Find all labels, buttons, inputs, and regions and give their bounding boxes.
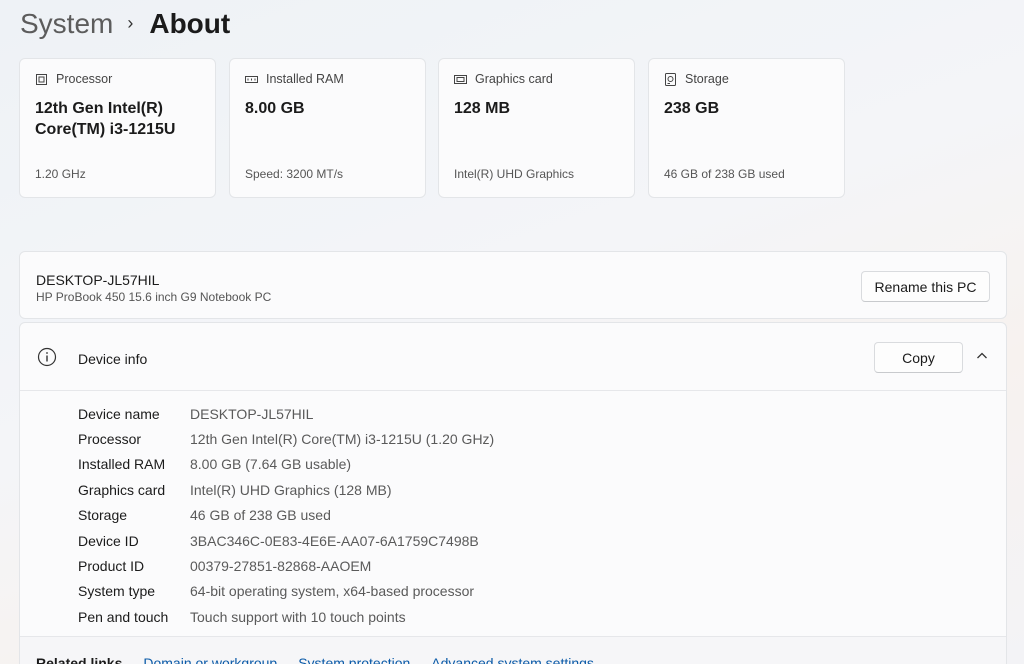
related-links-bar: Related links Domain or workgroup System… xyxy=(20,636,1006,664)
domain-workgroup-link[interactable]: Domain or workgroup xyxy=(143,655,277,664)
spec-value: Touch support with 10 touch points xyxy=(190,608,406,625)
card-title: Installed RAM xyxy=(266,72,344,86)
page-title: About xyxy=(149,8,231,39)
spec-value: 46 GB of 238 GB used xyxy=(190,507,331,524)
spec-value: Intel(R) UHD Graphics (128 MB) xyxy=(190,481,392,498)
device-spec-table: Device name DESKTOP-JL57HIL Processor 12th… xyxy=(78,401,494,630)
spec-row: Device name DESKTOP-JL57HIL xyxy=(78,401,494,426)
graphics-card-icon xyxy=(454,74,467,84)
card-value: 128 MB xyxy=(454,100,511,117)
card-value: 238 GB xyxy=(664,100,720,117)
spec-label: Product ID xyxy=(78,558,145,575)
card-title: Graphics card xyxy=(475,72,553,86)
spec-value: 00379-27851-82868-AAOEM xyxy=(190,558,372,575)
rename-pc-button[interactable]: Rename this PC xyxy=(861,271,990,302)
spec-label: Installed RAM xyxy=(78,456,166,473)
card-subtext: 1.20 GHz xyxy=(35,167,86,181)
info-icon xyxy=(37,347,57,367)
spec-value: 3BAC346C-0E83-4E6E-AA07-6A1759C7498B xyxy=(190,532,479,549)
spec-value: 64-bit operating system, x64-based proce… xyxy=(190,583,475,600)
graphics-card-card: Graphics card 128 MB Intel(R) UHD Graphi… xyxy=(438,58,635,198)
card-subtext: 46 GB of 238 GB used xyxy=(664,167,785,181)
spec-row: Installed RAM 8.00 GB (7.64 GB usable) xyxy=(78,452,494,477)
processor-card: Processor 12th Gen Intel(R) Core(TM) i3-… xyxy=(19,58,216,198)
ram-icon xyxy=(245,75,258,83)
storage-icon xyxy=(665,72,676,86)
spec-row: Device ID 3BAC346C-0E83-4E6E-AA07-6A1759C… xyxy=(78,528,494,553)
card-title: Processor xyxy=(56,72,113,86)
spec-value: DESKTOP-JL57HIL xyxy=(190,405,314,422)
spec-label: Graphics card xyxy=(78,481,166,498)
advanced-system-settings-link[interactable]: Advanced system settings xyxy=(431,655,594,664)
device-info-header[interactable]: Device info Copy xyxy=(20,323,1006,391)
spec-row: Storage 46 GB of 238 GB used xyxy=(78,503,494,528)
spec-row: Product ID 00379-27851-82868-AAOEM xyxy=(78,553,494,578)
spec-row: System type 64-bit operating system, x64-… xyxy=(78,579,494,604)
card-value: 12th Gen Intel(R) Core(TM) i3-1215U xyxy=(35,100,176,138)
pc-model: HP ProBook 450 15.6 inch G9 Notebook PC xyxy=(36,290,272,304)
system-protection-link[interactable]: System protection xyxy=(298,655,410,664)
spec-row: Graphics card Intel(R) UHD Graphics (128 … xyxy=(78,477,494,502)
chevron-right-icon: › xyxy=(127,12,134,33)
device-info-panel: Device info Copy Device name DESKTOP-JL57… xyxy=(19,322,1007,664)
spec-label: Storage xyxy=(78,507,128,524)
spec-label: Device name xyxy=(78,405,160,422)
card-value: 8.00 GB xyxy=(245,100,305,117)
breadcrumb: System › About xyxy=(20,4,230,44)
pc-name-panel: DESKTOP-JL57HIL HP ProBook 450 15.6 inch… xyxy=(19,251,1007,319)
pc-name: DESKTOP-JL57HIL xyxy=(36,272,160,288)
storage-card: Storage 238 GB 46 GB of 238 GB used xyxy=(648,58,845,198)
breadcrumb-system[interactable]: System xyxy=(20,8,113,40)
ram-card: Installed RAM 8.00 GB Speed: 3200 MT/s xyxy=(229,58,426,198)
spec-row: Processor 12th Gen Intel(R) Core(TM) i3-1… xyxy=(78,426,494,451)
device-info-title: Device info xyxy=(78,351,148,367)
spec-label: Pen and touch xyxy=(78,608,169,625)
spec-label: Processor xyxy=(78,431,142,448)
spec-label: System type xyxy=(78,583,156,600)
spec-label: Device ID xyxy=(78,532,139,549)
spec-row: Pen and touch Touch support with 10 touch… xyxy=(78,604,494,629)
processor-icon xyxy=(36,73,47,85)
spec-value: 8.00 GB (7.64 GB usable) xyxy=(190,456,352,473)
chevron-up-icon[interactable] xyxy=(975,349,989,363)
related-links-label: Related links xyxy=(36,655,123,664)
spec-value: 12th Gen Intel(R) Core(TM) i3-1215U (1.2… xyxy=(190,431,495,448)
card-title: Storage xyxy=(685,72,729,86)
card-subtext: Intel(R) UHD Graphics xyxy=(454,167,575,181)
card-subtext: Speed: 3200 MT/s xyxy=(245,167,344,181)
copy-button[interactable]: Copy xyxy=(874,342,963,373)
